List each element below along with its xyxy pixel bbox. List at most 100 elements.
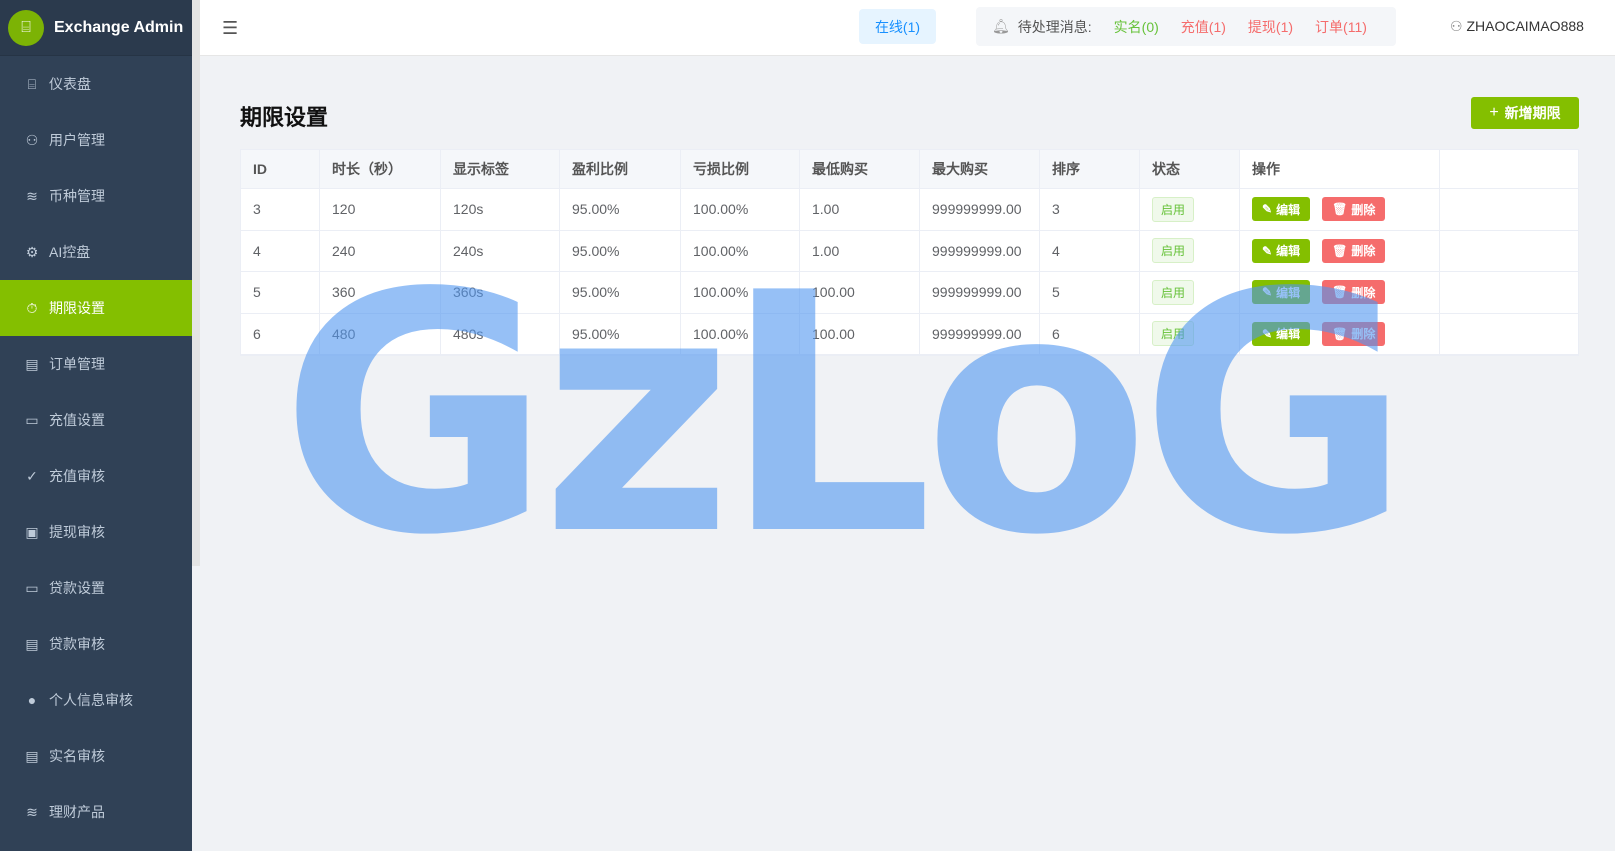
sidebar-item-12[interactable]: ▤ 实名审核 [0, 728, 192, 784]
money-icon: ▣ [25, 523, 39, 540]
sidebar-item-label: 实名审核 [49, 748, 105, 764]
column-header: 盈利比例 [560, 150, 681, 188]
cell-id: 4 [241, 230, 320, 271]
trash-icon: 🗑︎ [1332, 326, 1348, 341]
table-row: 3 120 120s 95.00% 100.00% 1.00 999999999.00 3 启用… [241, 189, 1578, 231]
edit-label: 编辑 [1276, 327, 1301, 342]
cell-label: 480s [441, 313, 560, 354]
edit-icon: ✎ [1262, 202, 1273, 217]
database-icon: ≋ [26, 187, 38, 204]
orders-link[interactable]: 订单(11) [1315, 17, 1367, 37]
cell-max: 999999999.00 [920, 230, 1040, 271]
add-term-button[interactable]: + 新增期限 [1471, 97, 1579, 129]
pending-label: 待处理消息: [1017, 18, 1092, 35]
sidebar-item-1[interactable]: ⚇ 用户管理 [0, 112, 192, 168]
pending-messages: 🔔︎ 待处理消息: 实名(0) 充值(1) 提现(1) 订单(11) [976, 7, 1396, 46]
cell-id: 3 [241, 189, 320, 230]
realname-link[interactable]: 实名(0) [1114, 17, 1159, 37]
withdraw-link[interactable]: 提现(1) [1248, 17, 1293, 37]
edit-button[interactable]: ✎ 编辑 [1252, 238, 1311, 263]
cell-actions: ✎ 编辑 🗑︎ 删除 [1240, 189, 1440, 230]
sidebar-item-5[interactable]: ▤ 订单管理 [0, 336, 192, 392]
column-header: 排序 [1040, 150, 1140, 188]
sidebar-item-4[interactable]: ⏱ 期限设置 [0, 280, 192, 336]
column-header: 最低购买 [800, 150, 920, 188]
sidebar-item-13[interactable]: ≋ 理财产品 [0, 784, 192, 840]
sidebar-item-2[interactable]: ≋ 币种管理 [0, 168, 192, 224]
delete-button[interactable]: 🗑︎ 删除 [1322, 280, 1386, 305]
sidebar-item-label: 币种管理 [49, 188, 105, 204]
filler [1440, 231, 1578, 272]
sidebar-item-8[interactable]: ▣ 提现审核 [0, 504, 192, 560]
gear-icon: ⚙ [25, 243, 39, 260]
status-badge: 启用 [1152, 321, 1195, 347]
sidebar-item-9[interactable]: ▭ 贷款设置 [0, 560, 192, 616]
sidebar-item-label: 充值设置 [49, 412, 105, 428]
column-header: 显示标签 [441, 150, 560, 188]
trash-icon: 🗑︎ [1332, 285, 1348, 300]
cell-loss: 100.00% [681, 313, 800, 354]
timer-icon: ⏱ [26, 299, 38, 316]
sidebar-item-label: 充值审核 [49, 468, 105, 484]
terms-table: ID 时长（秒） 显示标签 盈利比例 亏损比例 最低购买 最大购买 排序 状态 操作 3 120 12… [240, 149, 1579, 356]
user-menu[interactable]: ⚇ ZHAOCAIMAO888 [1450, 18, 1584, 35]
online-count-button[interactable]: 在线(1) [859, 9, 936, 44]
recharge-link[interactable]: 充值(1) [1181, 17, 1226, 37]
document-icon: ▤ [25, 635, 39, 652]
sidebar-item-10[interactable]: ▤ 贷款审核 [0, 616, 192, 672]
hamburger-menu-icon[interactable]: ☰ [222, 18, 238, 39]
sidebar-item-label: 提现审核 [49, 524, 105, 540]
cell-sort: 4 [1040, 230, 1140, 271]
sidebar-item-label: 个人信息审核 [49, 692, 133, 708]
column-header: ID [241, 150, 320, 188]
edit-button[interactable]: ✎ 编辑 [1252, 321, 1311, 346]
cell-status: 启用 [1140, 230, 1240, 271]
sidebar-item-7[interactable]: ✓ 充值审核 [0, 448, 192, 504]
edit-button[interactable]: ✎ 编辑 [1252, 280, 1311, 305]
sidebar-item-0[interactable]: ⌸ 仪表盘 [0, 56, 192, 112]
cell-profit: 95.00% [560, 313, 681, 354]
cell-min: 100.00 [800, 272, 920, 313]
sidebar-scrollbar[interactable] [192, 0, 200, 566]
column-header: 最大购买 [920, 150, 1040, 188]
cell-sort: 3 [1040, 189, 1140, 230]
document-icon: ▤ [25, 355, 39, 372]
sidebar-item-6[interactable]: ▭ 充值设置 [0, 392, 192, 448]
cell-actions: ✎ 编辑 🗑︎ 删除 [1240, 230, 1440, 271]
cell-loss: 100.00% [681, 272, 800, 313]
cell-status: 启用 [1140, 313, 1240, 354]
sidebar-item-label: 仪表盘 [49, 76, 91, 92]
sidebar-item-11[interactable]: ● 个人信息审核 [0, 672, 192, 728]
trash-icon: 🗑︎ [1332, 243, 1348, 258]
logo-icon: ⌸ [8, 9, 44, 46]
app-title: Exchange Admin [54, 18, 184, 36]
table-header: ID 时长（秒） 显示标签 盈利比例 亏损比例 最低购买 最大购买 排序 状态 操作 [241, 150, 1578, 189]
wallet-icon: ▭ [25, 579, 39, 596]
logo[interactable]: ⌸ Exchange Admin [0, 0, 192, 56]
sidebar-item-label: 订单管理 [49, 356, 105, 372]
delete-button[interactable]: 🗑︎ 删除 [1322, 238, 1386, 263]
sidebar-item-3[interactable]: ⚙ AI控盘 [0, 224, 192, 280]
cell-sort: 5 [1040, 272, 1140, 313]
user-icon: ⚇ [25, 131, 39, 148]
edit-icon: ✎ [1262, 326, 1273, 341]
cell-min: 100.00 [800, 313, 920, 354]
sidebar-item-label: AI控盘 [49, 244, 91, 260]
wallet-icon: ▭ [25, 411, 39, 428]
delete-label: 删除 [1351, 285, 1376, 300]
cell-min: 1.00 [800, 230, 920, 271]
cell-profit: 95.00% [560, 189, 681, 230]
filler [1440, 272, 1578, 313]
username: ZHAOCAIMAO888 [1466, 18, 1584, 34]
edit-button[interactable]: ✎ 编辑 [1252, 197, 1311, 222]
delete-button[interactable]: 🗑︎ 删除 [1322, 197, 1386, 222]
check-icon: ✓ [26, 467, 38, 484]
sidebar-item-label: 用户管理 [49, 132, 105, 148]
add-term-label: 新增期限 [1504, 105, 1561, 121]
delete-button[interactable]: 🗑︎ 删除 [1322, 321, 1386, 346]
status-badge: 启用 [1152, 238, 1195, 264]
filler [1440, 314, 1578, 355]
coins-icon: ≋ [26, 803, 38, 820]
cell-id: 5 [241, 272, 320, 313]
cell-duration: 240 [320, 230, 441, 271]
